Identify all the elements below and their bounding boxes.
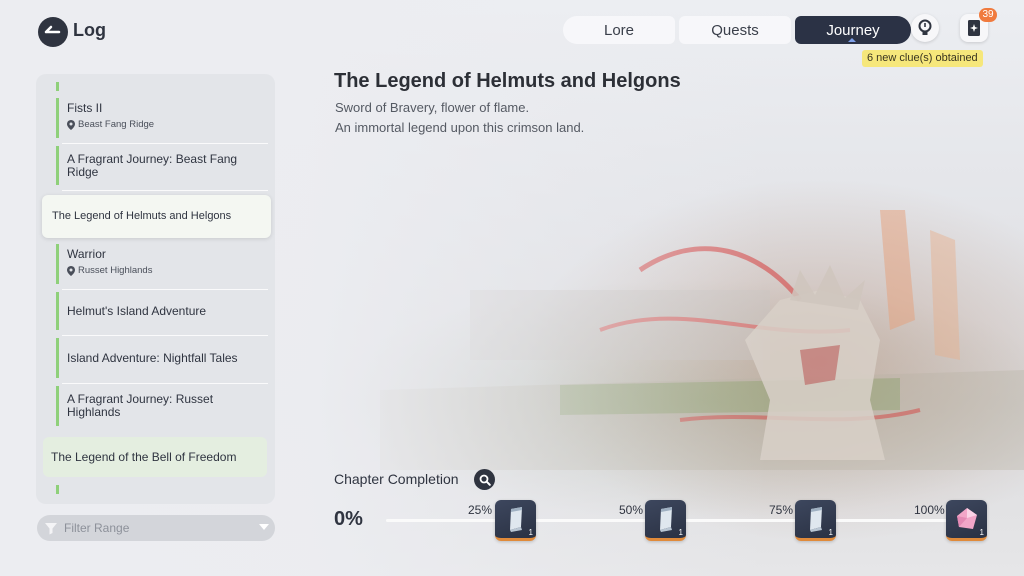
- divider: [62, 190, 268, 191]
- clue-book-icon: [968, 20, 980, 36]
- inspect-button[interactable]: [474, 469, 495, 490]
- divider: [62, 383, 268, 384]
- list-item-title: Warrior: [67, 247, 106, 261]
- list-item-location-text: Russet Highlands: [78, 265, 153, 276]
- reward-quantity: 1: [678, 528, 683, 537]
- magnifier-icon: [479, 474, 491, 486]
- list-item-title: The Legend of the Bell of Freedom: [51, 449, 237, 464]
- divider: [62, 289, 268, 290]
- milestone-label: 50%: [619, 503, 644, 517]
- list-item[interactable]: A Fragrant Journey: Russet Highlands: [56, 386, 268, 426]
- reward-quantity: 1: [979, 528, 984, 537]
- chapter-description-line: Sword of Bravery, flower of flame.: [335, 100, 530, 115]
- completion-value: 0%: [334, 508, 363, 530]
- list-item-title: Helmut's Island Adventure: [67, 303, 207, 318]
- crystal-icon: [956, 508, 977, 529]
- clue-count-badge: 39: [979, 8, 997, 22]
- new-clues-notice: 6 new clue(s) obtained: [862, 50, 983, 67]
- list-bottom-stub: [56, 485, 59, 494]
- reward-quantity: 1: [828, 528, 833, 537]
- location-pin-icon: [67, 119, 75, 130]
- milestone-reward[interactable]: 1: [795, 500, 836, 541]
- chevron-down-icon: [259, 524, 269, 530]
- milestone-label: 75%: [769, 503, 794, 517]
- list-item-title: A Fragrant Journey: Russet Highlands: [67, 392, 214, 419]
- page-title: Log: [73, 20, 106, 40]
- list-item-title: Island Adventure: Nightfall Tales: [67, 350, 238, 365]
- lightbulb-icon: [918, 19, 932, 35]
- back-button[interactable]: [38, 17, 68, 47]
- chapter-description-line: An immortal legend upon this crimson lan…: [335, 120, 585, 135]
- tab-quests[interactable]: Quests: [679, 16, 791, 44]
- chapter-title: The Legend of Helmuts and Helgons: [334, 70, 681, 92]
- list-item[interactable]: Helmut's Island Adventure: [56, 292, 268, 336]
- tab-journey[interactable]: Journey: [795, 16, 911, 44]
- list-item-title: Fists II: [67, 101, 103, 115]
- milestone-reward[interactable]: 1: [495, 500, 536, 541]
- list-item[interactable]: Island Adventure: Nightfall Tales: [56, 338, 268, 384]
- list-item-location-text: Beast Fang Ridge: [78, 119, 155, 130]
- list-item-title: The Legend of Helmuts and Helgons: [52, 210, 232, 222]
- tab-journey-label: Journey: [826, 21, 880, 39]
- list-item-title: A Fragrant Journey: Beast Fang Ridge: [67, 151, 238, 179]
- list-item-selected[interactable]: The Legend of Helmuts and Helgons: [42, 195, 271, 238]
- back-arrow-icon: [44, 25, 61, 34]
- scroll-icon: [809, 507, 822, 532]
- list-item[interactable]: Warrior Russet Highlands: [56, 244, 268, 290]
- reward-quantity: 1: [528, 528, 533, 537]
- scroll-icon: [509, 507, 522, 532]
- divider: [62, 335, 268, 336]
- tab-bar: Lore Quests Journey: [563, 16, 911, 44]
- filter-range-dropdown[interactable]: Filter Range: [37, 515, 275, 541]
- tab-lore[interactable]: Lore: [563, 16, 675, 44]
- list-item[interactable]: Fists II Beast Fang Ridge: [56, 98, 268, 144]
- filter-icon: [45, 522, 57, 534]
- list-item-location: Russet Highlands: [59, 265, 268, 276]
- location-pin-icon: [67, 265, 75, 276]
- quest-list: Fists II Beast Fang Ridge A Fragrant Jou…: [36, 74, 275, 504]
- list-item-location: Beast Fang Ridge: [59, 119, 268, 130]
- milestone-reward[interactable]: 1: [946, 500, 987, 541]
- milestone-label: 25%: [468, 503, 493, 517]
- filter-placeholder: Filter Range: [64, 521, 130, 535]
- scroll-icon: [659, 507, 672, 532]
- hint-button[interactable]: [911, 14, 939, 42]
- completion-label: Chapter Completion: [334, 471, 459, 487]
- milestone-reward[interactable]: 1: [645, 500, 686, 541]
- milestone-label: 100%: [914, 503, 945, 517]
- list-top-stub: [56, 82, 59, 91]
- divider: [62, 143, 268, 144]
- list-item-highlighted[interactable]: The Legend of the Bell of Freedom: [43, 437, 267, 477]
- active-tab-indicator: [848, 38, 856, 42]
- list-item[interactable]: A Fragrant Journey: Beast Fang Ridge: [56, 146, 268, 191]
